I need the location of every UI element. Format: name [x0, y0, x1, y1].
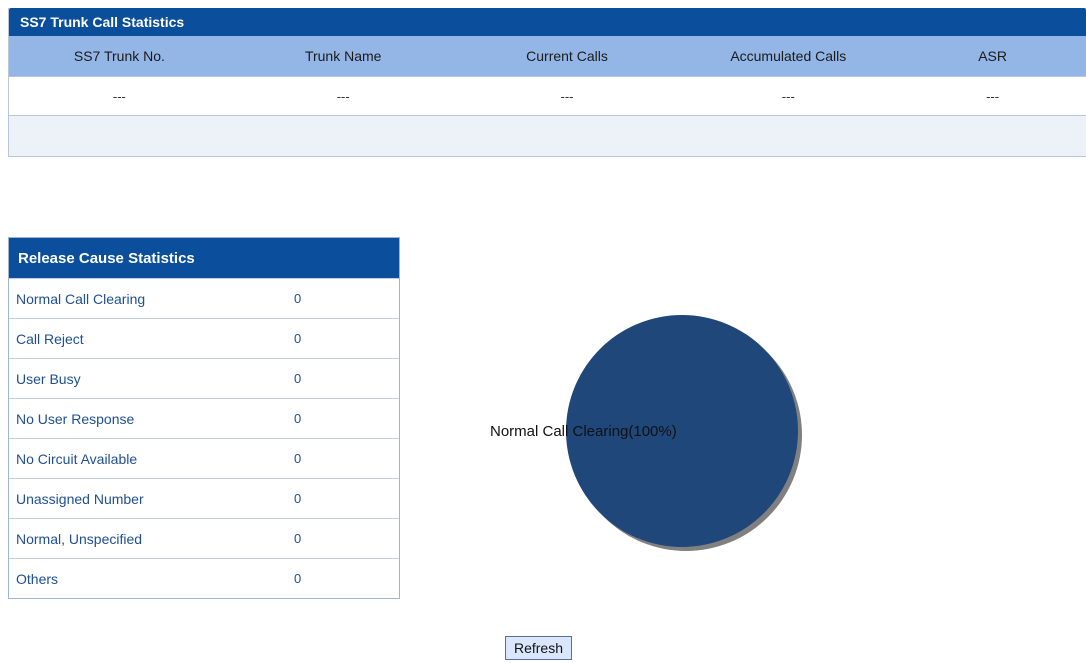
release-cause-count: 0	[294, 291, 302, 306]
release-cause-label: User Busy	[16, 370, 81, 387]
list-item: Others 0	[9, 558, 399, 598]
release-cause-statistics-title: Release Cause Statistics	[9, 238, 399, 278]
release-cause-count: 0	[294, 411, 302, 426]
list-item: No Circuit Available 0	[9, 438, 399, 478]
trunk-table-header: SS7 Trunk No. Trunk Name Current Calls A…	[9, 36, 1086, 77]
ss7-trunk-statistics-title: SS7 Trunk Call Statistics	[9, 8, 1086, 36]
ss7-trunk-statistics-panel: SS7 Trunk Call Statistics SS7 Trunk No. …	[8, 8, 1086, 157]
column-asr: ASR	[978, 48, 1007, 64]
release-cause-count: 0	[294, 451, 302, 466]
list-item: User Busy 0	[9, 358, 399, 398]
column-accumulated-calls: Accumulated Calls	[730, 48, 847, 64]
column-trunk-name: Trunk Name	[304, 48, 382, 64]
release-cause-count: 0	[294, 571, 302, 586]
table-row: --- --- --- --- ---	[9, 77, 1086, 116]
trunk-table-footer	[9, 116, 1086, 157]
list-item: Normal, Unspecified 0	[9, 518, 399, 558]
list-item: Normal Call Clearing 0	[9, 278, 399, 318]
column-current-calls: Current Calls	[526, 48, 608, 64]
cell-current-calls: ---	[560, 88, 574, 104]
list-item: No User Response 0	[9, 398, 399, 438]
release-cause-label: No User Response	[16, 410, 135, 427]
pie-slice-label: Normal Call Clearing(100%)	[490, 423, 677, 440]
cell-asr: ---	[986, 88, 1000, 104]
release-cause-label: Normal Call Clearing	[16, 290, 146, 307]
release-cause-label: Normal, Unspecified	[16, 530, 143, 547]
release-cause-label: Unassigned Number	[16, 490, 144, 507]
release-cause-statistics-panel: Release Cause Statistics Normal Call Cle…	[8, 237, 400, 599]
release-cause-pie-chart: Normal Call Clearing(100%)	[450, 300, 850, 560]
release-cause-count: 0	[294, 331, 302, 346]
release-cause-count: 0	[294, 491, 302, 506]
refresh-button[interactable]: Refresh	[505, 636, 572, 660]
pie-chart-svg: Normal Call Clearing(100%)	[490, 315, 802, 551]
release-cause-label: Call Reject	[16, 330, 84, 347]
release-cause-label: No Circuit Available	[16, 450, 138, 467]
release-cause-count: 0	[294, 531, 302, 546]
column-ss7-trunk-no: SS7 Trunk No.	[73, 48, 165, 64]
cell-ss7-trunk-no: ---	[112, 88, 126, 104]
list-item: Unassigned Number 0	[9, 478, 399, 518]
list-item: Call Reject 0	[9, 318, 399, 358]
cell-trunk-name: ---	[336, 88, 350, 104]
release-cause-label: Others	[16, 570, 59, 587]
cell-accumulated-calls: ---	[781, 88, 795, 104]
release-cause-count: 0	[294, 371, 302, 386]
